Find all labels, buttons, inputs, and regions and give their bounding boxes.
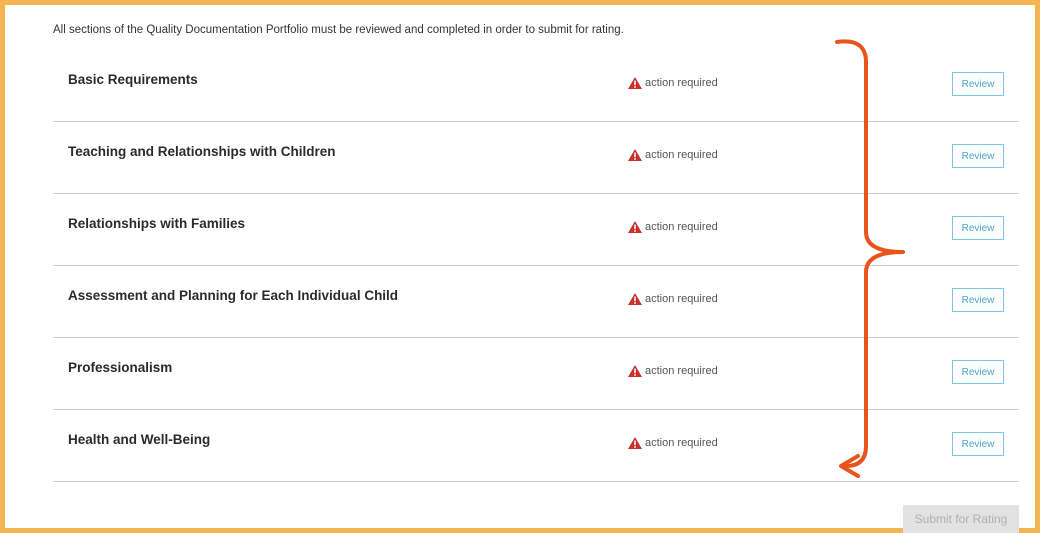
review-button[interactable]: Review [952,144,1004,168]
status-badge: action required [628,437,718,449]
section-row: Assessment and Planning for Each Individ… [53,266,1019,338]
status-badge: action required [628,77,718,89]
status-badge: action required [628,293,718,305]
review-button[interactable]: Review [952,72,1004,96]
review-button[interactable]: Review [952,432,1004,456]
section-name: Basic Requirements [68,72,198,87]
section-name: Health and Well-Being [68,432,211,447]
status-text: action required [645,437,718,449]
section-name: Relationships with Families [68,216,246,231]
section-row: Basic Requirements action required Revie… [53,50,1019,122]
status-text: action required [645,293,718,305]
warning-triangle-icon [628,77,642,89]
section-name: Professionalism [68,360,173,375]
section-row: Professionalism action required Review [53,338,1019,410]
portfolio-panel: All sections of the Quality Documentatio… [0,0,1040,533]
review-button[interactable]: Review [952,360,1004,384]
section-name: Assessment and Planning for Each Individ… [68,288,399,303]
submit-for-rating-button[interactable]: Submit for Rating [903,505,1019,533]
warning-triangle-icon [628,221,642,233]
intro-text: All sections of the Quality Documentatio… [53,24,624,36]
warning-triangle-icon [628,293,642,305]
warning-triangle-icon [628,437,642,449]
status-badge: action required [628,365,718,377]
status-text: action required [645,77,718,89]
section-row: Relationships with Families action requi… [53,194,1019,266]
review-button[interactable]: Review [952,288,1004,312]
review-button[interactable]: Review [952,216,1004,240]
status-text: action required [645,149,718,161]
section-name: Teaching and Relationships with Children [68,144,336,159]
section-row: Teaching and Relationships with Children… [53,122,1019,194]
status-text: action required [645,365,718,377]
status-badge: action required [628,221,718,233]
status-badge: action required [628,149,718,161]
warning-triangle-icon [628,149,642,161]
warning-triangle-icon [628,365,642,377]
section-row: Health and Well-Being action required Re… [53,410,1019,482]
status-text: action required [645,221,718,233]
